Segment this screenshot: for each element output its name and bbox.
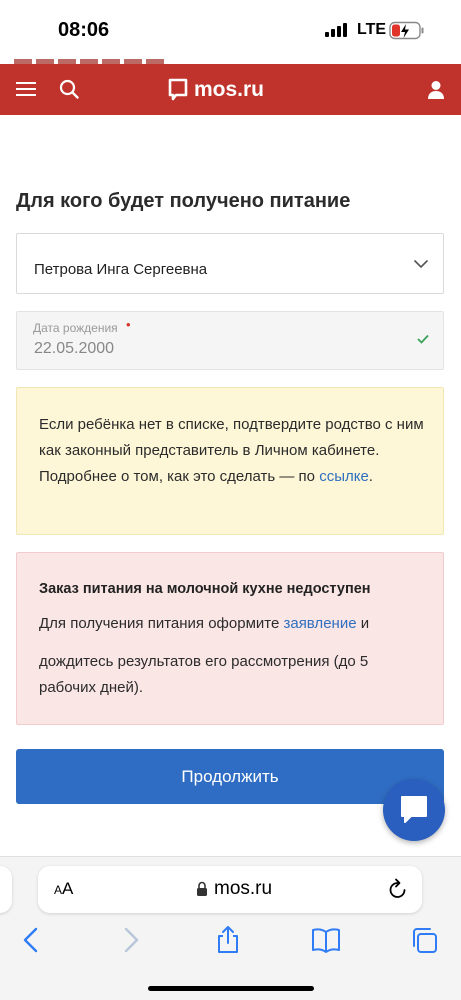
check-icon: [417, 334, 429, 344]
aa-large: A: [62, 879, 74, 898]
birth-date-field[interactable]: Дата рождения • 22.05.2000: [16, 311, 444, 370]
notice-line1-end: и: [356, 615, 370, 632]
lock-icon: [197, 881, 207, 896]
unavailable-notice: Заказ питания на молочной кухне недоступ…: [16, 552, 444, 725]
birth-date-value: 22.05.2000: [34, 340, 115, 357]
forward-icon[interactable]: [116, 925, 146, 955]
chevron-down-icon: [413, 259, 429, 269]
browser-toolbar: AA mos.ru: [0, 856, 461, 1000]
continue-button[interactable]: Продолжить: [16, 749, 444, 804]
status-time: 08:06: [58, 19, 110, 41]
unavailable-notice-title: Заказ питания на молочной кухне недоступ…: [39, 581, 371, 597]
user-icon[interactable]: [425, 79, 447, 101]
chat-icon: [401, 796, 427, 823]
details-link[interactable]: ссылке: [319, 468, 369, 485]
page-title: Для кого будет получено питание: [16, 190, 351, 212]
url-display[interactable]: mos.ru: [196, 878, 272, 900]
unavailable-notice-line2: дождитесь результатов его рассмотрения (…: [39, 653, 369, 696]
birth-date-label: Дата рождения: [33, 321, 118, 335]
chat-button[interactable]: [383, 779, 445, 841]
logo-bubble-icon: [168, 78, 188, 101]
kinship-info-text: Если ребёнка нет в списке, подтвердите р…: [39, 412, 429, 490]
previous-tab-edge[interactable]: [0, 866, 12, 913]
network-type: LTE: [357, 21, 387, 38]
url-text: mos.ru: [214, 878, 273, 899]
page: 08:06 LTE mos.ru Для кого будет получено…: [0, 0, 461, 1000]
signal-icon: [325, 23, 349, 37]
site-header: mos.ru: [0, 59, 461, 115]
reload-icon[interactable]: [388, 878, 408, 900]
application-link[interactable]: заявление: [283, 615, 356, 632]
logo[interactable]: mos.ru: [168, 76, 264, 104]
share-icon[interactable]: [213, 925, 243, 955]
back-icon[interactable]: [16, 925, 46, 955]
kinship-info-notice: Если ребёнка нет в списке, подтвердите р…: [16, 387, 444, 535]
status-bar: 08:06 LTE: [0, 0, 461, 64]
aa-small: A: [54, 883, 63, 897]
search-icon[interactable]: [58, 78, 80, 100]
home-indicator: [148, 986, 314, 991]
address-bar[interactable]: AA mos.ru: [38, 866, 422, 913]
notice-line1-text: Для получения питания оформите: [39, 615, 284, 632]
hamburger-icon[interactable]: [16, 80, 36, 98]
recipient-select-value: Петрова Инга Сергеевна: [34, 261, 208, 278]
unavailable-notice-line1: Для получения питания оформите заявление…: [39, 615, 369, 632]
tabs-icon[interactable]: [410, 925, 440, 955]
bookmarks-icon[interactable]: [311, 925, 341, 955]
battery-icon: [389, 21, 424, 40]
reader-settings-button[interactable]: AA: [54, 879, 73, 899]
recipient-select[interactable]: Петрова Инга Сергеевна: [16, 233, 444, 294]
required-mark: •: [126, 317, 131, 332]
kinship-info-text-end: .: [368, 468, 373, 485]
logo-text: mos.ru: [194, 78, 265, 101]
